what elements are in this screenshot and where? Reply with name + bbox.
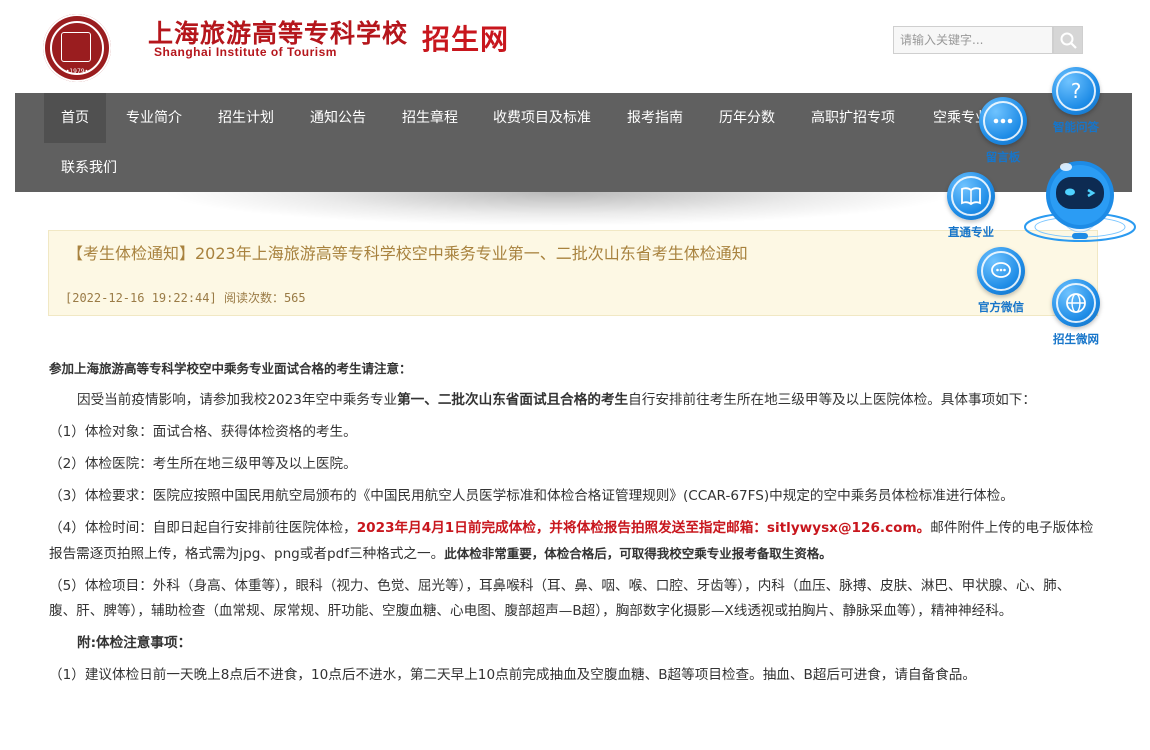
nav-expansion[interactable]: 高职扩招专项	[799, 93, 907, 143]
item-5: （5）体检项目：外科（身高、体重等），眼科（视力、色觉、屈光等），耳鼻喉科（耳、…	[49, 578, 1071, 619]
search-button[interactable]	[1053, 26, 1083, 54]
nav-guide[interactable]: 报考指南	[615, 93, 695, 143]
article-content: 参加上海旅游高等专科学校空中乘务专业面试合格的考生请注意： 因受当前疫情影响，请…	[49, 356, 1094, 688]
nav-shadow	[160, 192, 960, 226]
item4-text-a: （4）体检时间：自即日起自行安排前往医院体检，	[49, 520, 357, 536]
book-icon	[961, 187, 981, 206]
globe-icon	[1066, 293, 1086, 313]
annex-title: 附:体检注意事项：	[77, 635, 192, 651]
school-logo[interactable]: •1979•	[43, 14, 111, 82]
weibo-widget[interactable]: 招生微网	[1046, 279, 1106, 347]
weibo-label: 招生微网	[1053, 332, 1099, 346]
nav-fees[interactable]: 收费项目及标准	[483, 93, 601, 143]
intro-line: 参加上海旅游高等专科学校空中乘务专业面试合格的考生请注意：	[49, 361, 412, 376]
robot-assistant-icon[interactable]	[1022, 155, 1138, 250]
nav-contact[interactable]: 联系我们	[51, 143, 127, 193]
direct-major-label: 直通专业	[948, 225, 994, 239]
search-icon	[1060, 32, 1077, 49]
logo-emblem	[61, 32, 91, 62]
nav-charter[interactable]: 招生章程	[391, 93, 469, 143]
p1-text-c: 自行安排前往考生所在地三级甲等及以上医院体检。具体事项如下：	[628, 392, 1036, 408]
nav-home[interactable]: 首页	[44, 93, 106, 143]
article-meta: [2022-12-16 19:22:44] 阅读次数：565	[65, 291, 306, 305]
question-icon: ?	[1071, 79, 1082, 103]
nav-scores[interactable]: 历年分数	[709, 93, 785, 143]
search-input[interactable]	[893, 26, 1053, 54]
item-4: （4）体检时间：自即日起自行安排前往医院体检，2023年月4月1日前完成体检，并…	[49, 516, 1094, 567]
svg-text:?: ?	[1071, 79, 1082, 103]
article-header: 【考生体检通知】2023年上海旅游高等专科学校空中乘务专业第一、二批次山东省考生…	[48, 230, 1098, 316]
nav-notices[interactable]: 通知公告	[299, 93, 377, 143]
wechat-label: 官方微信	[978, 300, 1024, 314]
nav-plan[interactable]: 招生计划	[207, 93, 285, 143]
nav-majors[interactable]: 专业简介	[115, 93, 193, 143]
annex-item-1: （1）建议体检日前一天晚上8点后不进食，10点后不进水，第二天早上10点前完成抽…	[49, 667, 976, 683]
wechat-widget[interactable]: 官方微信	[971, 247, 1031, 315]
chat-bubble-icon	[991, 262, 1011, 278]
item-2: （2）体检医院：考生所在地三级甲等及以上医院。	[49, 456, 357, 472]
paragraph-1: 因受当前疫情影响，请参加我校2023年空中乘务专业第一、二批次山东省面试且合格的…	[49, 388, 1094, 413]
item4-highlight: 2023年月4月1日前完成体检，并将体检报告拍照发送至指定邮箱：sitlywys…	[356, 520, 931, 536]
p1-text-bold: 第一、二批次山东省面试且合格的考生	[397, 392, 629, 408]
p1-text-a: 因受当前疫情影响，请参加我校2023年空中乘务专业	[77, 392, 398, 408]
faq-widget[interactable]: ? 智能问答	[1046, 67, 1106, 135]
logo-year: •1979•	[65, 68, 89, 75]
faq-label: 智能问答	[1053, 120, 1099, 134]
more-dots-icon	[993, 118, 1013, 124]
item-3: （3）体检要求：医院应按照中国民用航空局颁布的《中国民用航空人员医学标准和体检合…	[49, 488, 1014, 504]
item-1: （1）体检对象：面试合格、获得体检资格的考生。	[49, 424, 357, 440]
item4-bold: 此体检非常重要，体检合格后，可取得我校空乘专业报考备取生资格。	[444, 546, 832, 561]
site-name: 招生网	[422, 23, 510, 56]
direct-major-widget[interactable]: 直通专业	[941, 172, 1001, 240]
article-title: 【考生体检通知】2023年上海旅游高等专科学校空中乘务专业第一、二批次山东省考生…	[67, 244, 748, 263]
school-name-en: Shanghai Institute of Tourism	[154, 45, 337, 59]
